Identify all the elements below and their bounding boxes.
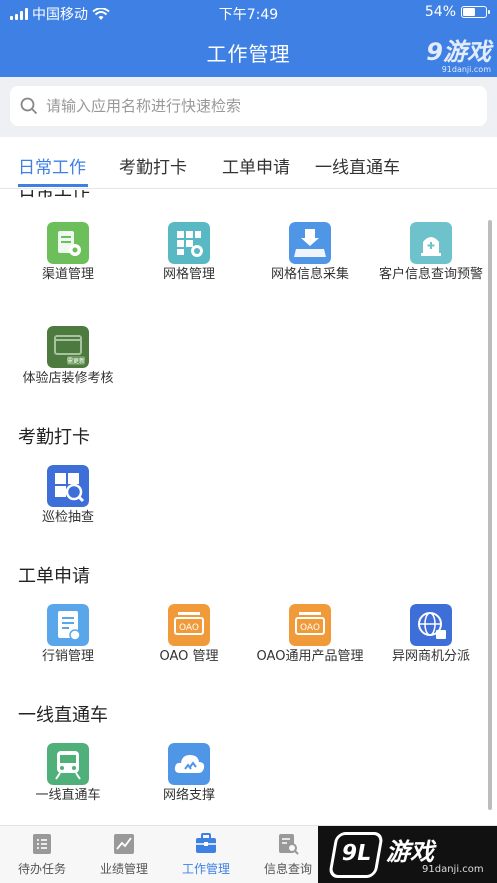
app-inspection[interactable]: 巡检抽查 — [6, 465, 130, 526]
channel-icon — [47, 222, 89, 264]
section-title-work-order: 工单申请 — [18, 566, 90, 587]
grid-icon — [168, 222, 210, 264]
grid-info-icon — [289, 222, 331, 264]
battery-percent: 54% — [424, 4, 456, 20]
watermark-url: 91danji.com — [422, 864, 484, 875]
app-label: OAO 管理 — [159, 649, 219, 664]
bottom-tab-bar: 待办任务 业绩管理 工作管理 信息查询 9L 游戏 91danji.com — [0, 825, 497, 883]
clock: 下午7:49 — [218, 7, 279, 23]
battery-icon — [461, 6, 490, 18]
oao-product-icon: OAO — [289, 604, 331, 646]
active-tab-indicator — [18, 184, 88, 187]
tabbar-label: 信息查询 — [263, 862, 312, 876]
cloud-icon — [168, 743, 210, 785]
customer-alert-icon — [410, 222, 452, 264]
svg-text:OAO: OAO — [300, 623, 320, 633]
app-label: OAO通用产品管理 — [256, 649, 364, 664]
app-marketing-management[interactable]: 行销管理 — [6, 604, 130, 665]
svg-text:OAO: OAO — [179, 623, 199, 633]
document-icon — [47, 604, 89, 646]
app-channel-management[interactable]: 渠道管理 — [6, 222, 130, 283]
app-oao-management[interactable]: OAO OAO 管理 — [127, 604, 251, 665]
store-icon: 需更新 — [47, 326, 89, 368]
app-label: 行销管理 — [41, 649, 94, 664]
app-label: 一线直通车 — [35, 788, 101, 803]
scrollbar[interactable] — [488, 220, 492, 810]
watermark-logo-icon: 9L — [327, 832, 385, 878]
app-label: 网格信息采集 — [270, 267, 349, 282]
tab-work-order[interactable]: 工单申请 — [222, 153, 290, 178]
tabbar-performance[interactable]: 业绩管理 — [84, 832, 164, 877]
app-label: 网格管理 — [162, 267, 215, 282]
watermark-text: 游戏 — [386, 838, 434, 866]
app-label: 体验店装修考核 — [22, 371, 114, 386]
app-frontline-express[interactable]: 一线直通车 — [6, 743, 130, 804]
status-bar: 中国移动 下午7:49 54% — [0, 0, 497, 26]
category-tabs: 日常工作 考勤打卡 工单申请 一线直通车 — [0, 137, 497, 189]
chart-icon — [114, 834, 134, 854]
tabbar-info-query[interactable]: 信息查询 — [248, 832, 328, 877]
search-input[interactable] — [46, 97, 466, 115]
todo-icon — [33, 834, 51, 854]
tabbar-label: 工作管理 — [181, 862, 230, 876]
section-title-frontline: 一线直通车 — [18, 705, 108, 726]
tabbar-todo[interactable]: 待办任务 — [2, 832, 82, 877]
app-label: 巡检抽查 — [41, 510, 94, 525]
app-label: 网络支撑 — [162, 788, 215, 803]
app-offnet-opportunity[interactable]: 异网商机分派 — [369, 604, 493, 665]
oao-icon: OAO — [168, 604, 210, 646]
tab-attendance[interactable]: 考勤打卡 — [119, 153, 187, 178]
tabbar-work-management[interactable]: 工作管理 — [166, 832, 246, 877]
app-label: 客户信息查询预警 — [378, 267, 483, 282]
train-icon — [47, 743, 89, 785]
globe-icon — [410, 604, 452, 646]
app-label: 异网商机分派 — [391, 649, 470, 664]
search-box[interactable] — [10, 86, 487, 126]
app-label: 渠道管理 — [41, 267, 94, 282]
search-icon — [20, 97, 38, 115]
section-title-attendance: 考勤打卡 — [18, 427, 90, 448]
app-header: 中国移动 下午7:49 54% 工作管理 9游戏 91danji.com — [0, 0, 497, 77]
app-network-support[interactable]: 网络支撑 — [127, 743, 251, 804]
inspection-icon — [47, 465, 89, 507]
watermark-banner: 9L 游戏 91danji.com — [318, 826, 497, 883]
app-oao-product-management[interactable]: OAO OAO通用产品管理 — [248, 604, 372, 665]
app-store-renovation[interactable]: 需更新 体验店装修考核 — [6, 326, 130, 387]
watermark-logo: 9游戏 91danji.com — [426, 38, 491, 74]
app-grid-management[interactable]: 网格管理 — [127, 222, 251, 283]
app-grid-info-collection[interactable]: 网格信息采集 — [248, 222, 372, 283]
search-doc-icon — [279, 834, 299, 855]
briefcase-icon — [196, 833, 216, 853]
tab-frontline[interactable]: 一线直通车 — [315, 153, 400, 178]
page-title: 工作管理 — [206, 42, 291, 66]
svg-text:需更新: 需更新 — [67, 357, 85, 365]
search-area — [0, 77, 497, 137]
tabbar-label: 待办任务 — [17, 862, 66, 876]
app-grid: 日常工作 渠道管理 网格管理 网格信息采集 客户信息查询预警 需更新 体验店装修… — [0, 190, 497, 825]
tabbar-label: 业绩管理 — [99, 862, 148, 876]
tab-daily-work[interactable]: 日常工作 — [18, 153, 86, 178]
app-customer-alert[interactable]: 客户信息查询预警 — [369, 222, 493, 283]
section-title-daily: 日常工作 — [18, 190, 90, 201]
